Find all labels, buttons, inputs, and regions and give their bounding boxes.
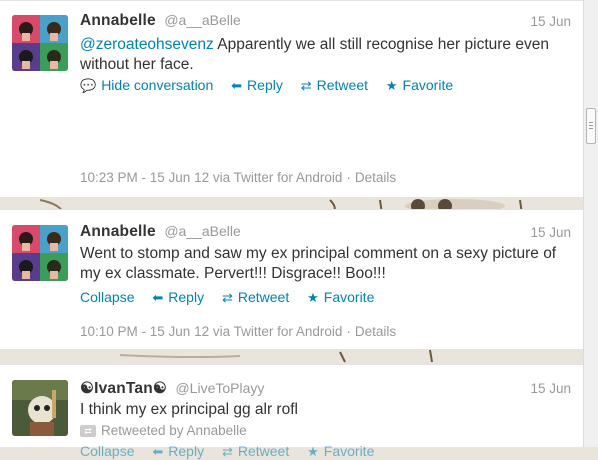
retweet-icon: ⇄ <box>300 78 312 93</box>
avatar[interactable] <box>12 380 68 436</box>
reply-arrow-icon: ⬅ <box>152 444 164 459</box>
display-name[interactable]: ☯IvanTan☯ <box>80 380 167 397</box>
tweet-actions: Collapse ⬅ Reply ⇄ Retweet ★ Favorite <box>80 443 388 460</box>
star-icon: ★ <box>307 444 319 459</box>
tweet-text: Went to stomp and saw my ex principal co… <box>80 245 557 282</box>
action-label: Retweet <box>316 77 368 93</box>
action-label: Retweet <box>237 443 290 459</box>
retweet-icon: ⇄ <box>221 444 233 459</box>
reply-arrow-icon: ⬅ <box>152 290 164 305</box>
tweet-text: @zeroateohsevenz Apparently we all still… <box>80 35 580 75</box>
star-icon: ★ <box>385 78 398 93</box>
reply-button[interactable]: ⬅ Reply <box>231 77 283 94</box>
display-name[interactable]: Annabelle <box>80 223 156 240</box>
reply-button[interactable]: ⬅ Reply <box>152 443 204 460</box>
action-label: Collapse <box>80 289 135 305</box>
retweet-button[interactable]: ⇄ Retweet <box>301 77 368 94</box>
tweet-date[interactable]: 15 Jun <box>530 225 571 240</box>
speech-bubble-icon: 💬 <box>80 78 97 93</box>
tweet-date[interactable]: 15 Jun <box>530 14 571 29</box>
vertical-scrollbar[interactable] <box>583 0 598 447</box>
tweet-meta: 10:23 PM - 15 Jun 12 via Twitter for And… <box>80 170 396 185</box>
retweeted-by[interactable]: ⇄ Retweeted by Annabelle <box>80 423 247 438</box>
tweet-actions: Collapse ⬅ Reply ⇄ Retweet ★ Favorite <box>80 289 388 306</box>
action-label: Hide conversation <box>101 77 214 93</box>
details-link[interactable]: Details <box>355 170 396 185</box>
username[interactable]: @a__aBelle <box>164 223 241 239</box>
tweet-actions: 💬 Hide conversation ⬅ Reply ⇄ Retweet ★ Favo… <box>80 77 467 94</box>
avatar[interactable] <box>12 225 68 281</box>
tweet-item[interactable]: ☯IvanTan☯ @LiveToPlayy 15 Jun I think my… <box>0 364 583 459</box>
avatar[interactable] <box>12 15 68 71</box>
tweet-meta: 10:10 PM - 15 Jun 12 via Twitter for And… <box>80 324 396 339</box>
action-label: Favorite <box>323 443 375 459</box>
favorite-button[interactable]: ★ Favorite <box>307 289 374 306</box>
scrollbar-thumb[interactable] <box>586 108 596 144</box>
action-label: Reply <box>168 289 205 305</box>
reply-arrow-icon: ⬅ <box>231 78 243 93</box>
tweet-timestamp[interactable]: 10:10 PM - 15 Jun 12 via Twitter for And… <box>80 324 342 339</box>
retweet-button[interactable]: ⇄ Retweet <box>222 289 289 306</box>
meta-separator: · <box>346 170 351 185</box>
retweet-icon: ⇄ <box>221 290 233 305</box>
tweet-item[interactable]: Annabelle @a__aBelle 15 Jun Went to stom… <box>0 209 583 350</box>
tweet-text: I think my ex principal gg alr rofl <box>80 401 298 418</box>
collapse-button[interactable]: Collapse <box>80 289 134 305</box>
favorite-button[interactable]: ★ Favorite <box>307 443 374 460</box>
star-icon: ★ <box>307 290 319 305</box>
tweet-date[interactable]: 15 Jun <box>530 381 571 396</box>
tweet-timestamp[interactable]: 10:23 PM - 15 Jun 12 via Twitter for And… <box>80 170 342 185</box>
display-name[interactable]: Annabelle <box>80 12 156 29</box>
username[interactable]: @a__aBelle <box>164 12 241 28</box>
action-label: Favorite <box>402 77 454 93</box>
hide-conversation-button[interactable]: 💬 Hide conversation <box>80 77 213 94</box>
retweet-icon: ⇄ <box>80 425 96 437</box>
retweet-button[interactable]: ⇄ Retweet <box>222 443 289 460</box>
action-label: Favorite <box>323 289 375 305</box>
retweeted-by-label: Retweeted by Annabelle <box>101 423 247 438</box>
action-label: Collapse <box>80 443 135 459</box>
meta-separator: · <box>346 324 351 339</box>
collapse-button[interactable]: Collapse <box>80 443 134 459</box>
mention-link[interactable]: @zeroateohsevenz <box>80 36 214 53</box>
action-label: Reply <box>168 443 205 459</box>
reply-button[interactable]: ⬅ Reply <box>152 289 204 306</box>
username[interactable]: @LiveToPlayy <box>175 380 264 396</box>
details-link[interactable]: Details <box>355 324 396 339</box>
action-label: Retweet <box>237 289 290 305</box>
action-label: Reply <box>247 77 283 93</box>
tweet-item[interactable]: Annabelle @a__aBelle 15 Jun @zeroateohse… <box>0 0 583 198</box>
favorite-button[interactable]: ★ Favorite <box>386 77 453 94</box>
